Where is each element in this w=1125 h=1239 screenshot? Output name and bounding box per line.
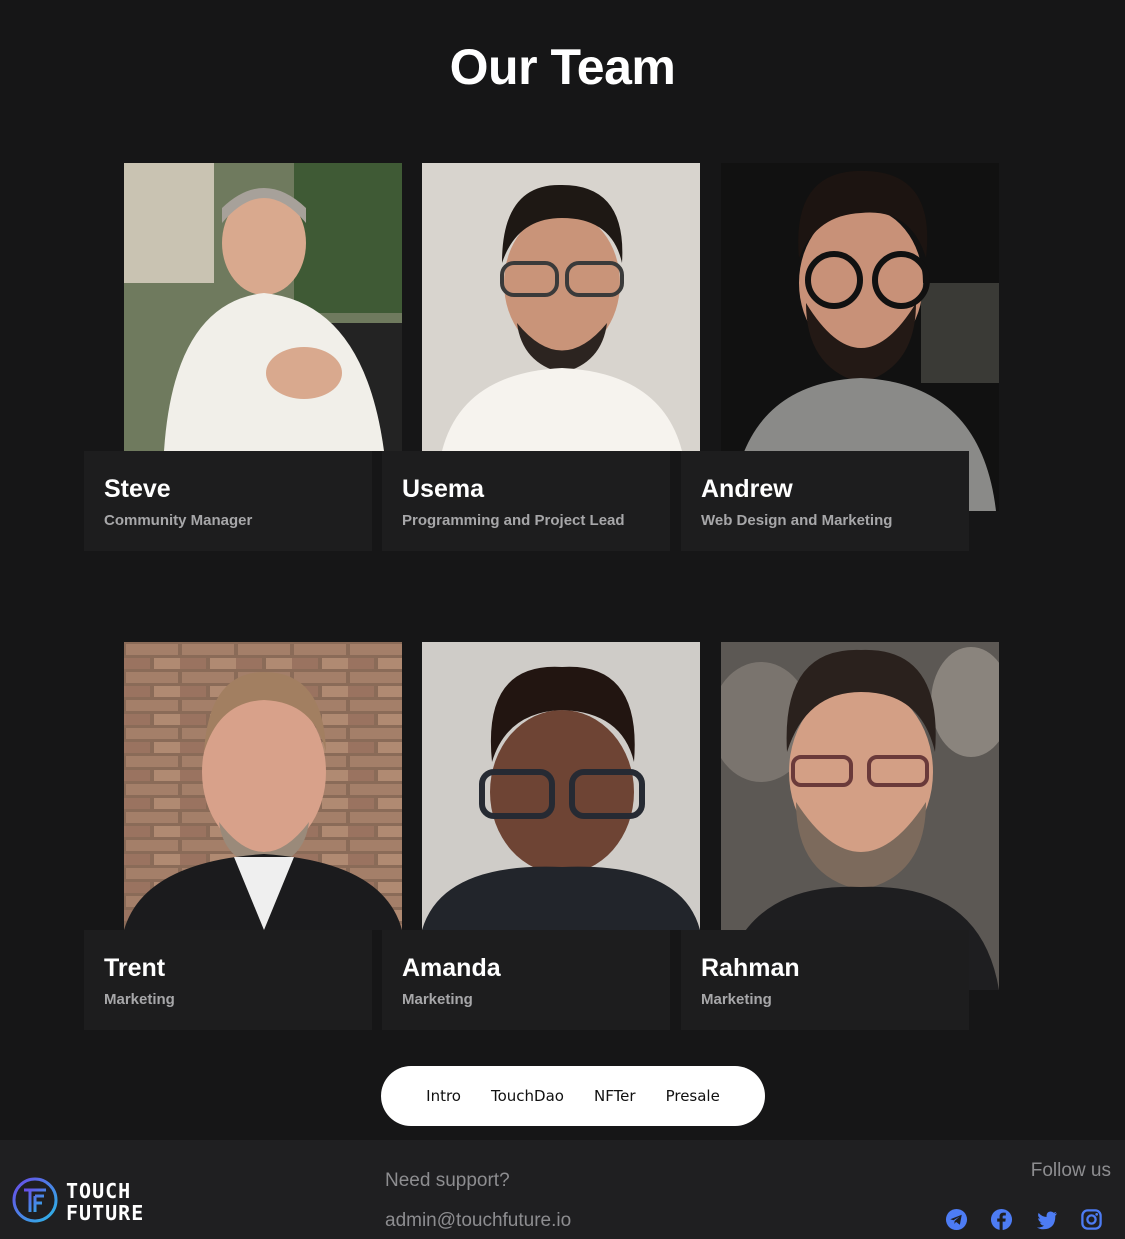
team-card-info: Andrew Web Design and Marketing	[681, 451, 969, 551]
team-member-role: Marketing	[104, 991, 175, 1008]
svg-text:FUTURE: FUTURE	[66, 1201, 144, 1225]
team-member-role: Community Manager	[104, 512, 253, 529]
team-member-name: Usema	[402, 475, 484, 503]
nav-link-presale[interactable]: Presale	[666, 1087, 720, 1105]
nav-link-touchdao[interactable]: TouchDao	[491, 1087, 564, 1105]
amanda-photo	[422, 642, 700, 930]
team-member-role: Marketing	[402, 991, 473, 1008]
team-card-info: Rahman Marketing	[681, 930, 969, 1030]
support-email-link[interactable]: admin@touchfuture.io	[385, 1210, 571, 1232]
facebook-icon[interactable]	[990, 1208, 1013, 1231]
team-member-name: Trent	[104, 954, 166, 982]
team-card-trent: Trent Marketing	[84, 642, 402, 1032]
trent-photo	[124, 642, 402, 930]
team-card-info: Usema Programming and Project Lead	[382, 451, 670, 551]
team-card-info: Steve Community Manager	[84, 451, 372, 551]
section-nav: Intro TouchDao NFTer Presale	[381, 1066, 765, 1126]
page-title: Our Team	[449, 39, 676, 95]
team-card-amanda: Amanda Marketing	[382, 642, 700, 1032]
team-member-name: Andrew	[701, 475, 793, 503]
team-card-usema: Usema Programming and Project Lead	[382, 163, 700, 553]
follow-label: Follow us	[1030, 1160, 1111, 1181]
telegram-icon[interactable]	[945, 1208, 968, 1231]
svg-text:TOUCH: TOUCH	[66, 1179, 131, 1203]
nav-link-intro[interactable]: Intro	[426, 1087, 461, 1105]
team-card-steve: Steve Community Manager	[84, 163, 402, 553]
team-member-role: Marketing	[701, 991, 772, 1008]
steve-photo	[124, 163, 402, 451]
social-links	[945, 1208, 1103, 1231]
team-card-rahman: Rahman Marketing	[681, 642, 999, 1032]
team-member-role: Programming and Project Lead	[402, 512, 625, 529]
instagram-icon[interactable]	[1080, 1208, 1103, 1231]
support-label: Need support?	[385, 1170, 510, 1191]
touchfuture-logo[interactable]: TOUCH FUTURE	[12, 1176, 192, 1226]
team-member-name: Amanda	[402, 954, 501, 982]
team-card-andrew: Andrew Web Design and Marketing	[681, 163, 999, 553]
team-card-info: Amanda Marketing	[382, 930, 670, 1030]
nav-link-nfter[interactable]: NFTer	[594, 1087, 636, 1105]
usema-photo	[422, 163, 700, 451]
team-card-info: Trent Marketing	[84, 930, 372, 1030]
team-member-name: Rahman	[701, 954, 800, 982]
twitter-icon[interactable]	[1035, 1208, 1058, 1231]
team-member-role: Web Design and Marketing	[701, 512, 893, 529]
team-member-name: Steve	[104, 475, 171, 503]
footer: TOUCH FUTURE Need support? admin@touchfu…	[0, 1140, 1125, 1239]
